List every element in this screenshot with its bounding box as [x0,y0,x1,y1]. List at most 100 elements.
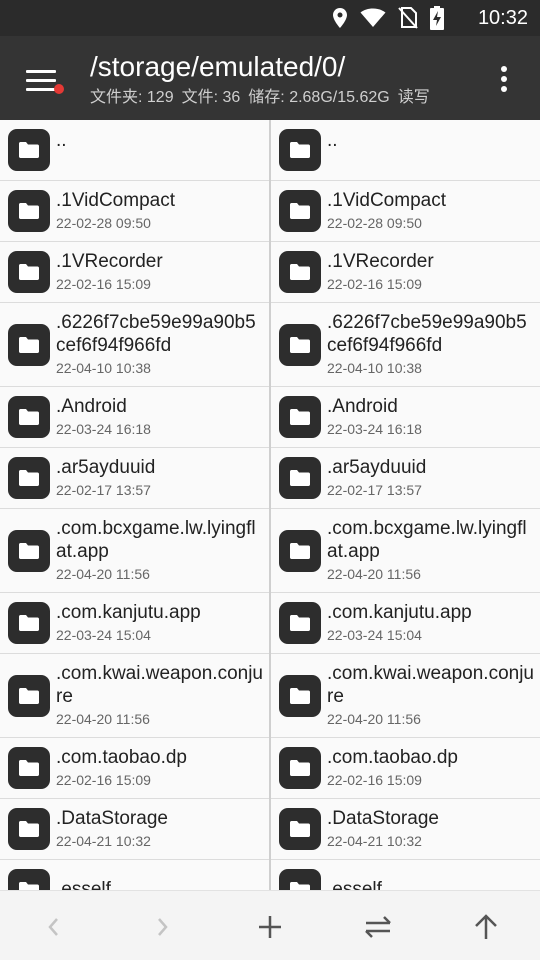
folder-icon [279,747,321,789]
row-text: .6226f7cbe59e99a90b5cef6f94f966fd 22-04-1… [327,311,534,378]
more-vert-icon [501,66,507,72]
folder-name: .ar5ayduuid [56,457,156,478]
folder-date: 22-02-17 13:57 [56,482,151,498]
folder-name: .Android [56,396,127,417]
folder-date: 22-04-20 11:56 [56,711,150,727]
folder-icon [279,190,321,232]
folder-icon [279,396,321,438]
row-text: .. [56,129,263,152]
add-button[interactable] [250,907,290,947]
folder-row[interactable]: .Android 22-03-24 16:18 [271,387,540,448]
right-pane[interactable]: .. .1VidCompact 22-02-28 09:50 .1VRecorder 2… [271,120,540,890]
folder-icon [8,190,50,232]
folder-name: .esself [327,879,382,890]
swap-panes-button[interactable] [358,907,398,947]
folder-row[interactable]: .1VidCompact 22-02-28 09:50 [0,181,269,242]
menu-button[interactable] [22,62,64,98]
folder-name: .. [56,130,67,151]
parent-folder-button[interactable] [466,907,506,947]
folder-row[interactable]: .com.bcxgame.lw.lyingflat.app 22-04-20 11… [0,509,269,593]
folder-name: .com.taobao.dp [327,747,458,768]
folder-row[interactable]: .com.kanjutu.app 22-03-24 15:04 [0,593,269,654]
row-text: .com.kanjutu.app 22-03-24 15:04 [56,601,263,645]
row-text: .Android 22-03-24 16:18 [327,395,534,439]
folder-row[interactable]: .com.kwai.weapon.conjure 22-04-20 11:56 [0,654,269,738]
parent-directory-row[interactable]: .. [271,120,540,181]
status-icons [332,6,444,30]
folder-icon [279,323,321,366]
folder-icon [8,747,50,789]
row-text: .1VidCompact 22-02-28 09:50 [327,189,534,233]
folder-name: .com.bcxgame.lw.lyingflat.app [56,518,256,562]
folder-icon [279,529,321,572]
folder-date: 22-02-16 15:09 [56,276,151,292]
folder-row[interactable]: .DataStorage 22-04-21 10:32 [271,799,540,860]
back-button[interactable] [34,907,74,947]
add-icon [259,916,281,938]
row-text: .DataStorage 22-04-21 10:32 [327,807,534,851]
folder-row[interactable]: .com.taobao.dp 22-02-16 15:09 [0,738,269,799]
row-text: .1VRecorder 22-02-16 15:09 [327,250,534,294]
folder-row[interactable]: .com.bcxgame.lw.lyingflat.app 22-04-20 11… [271,509,540,593]
folder-date: 22-03-24 15:04 [327,627,422,643]
folder-icon [279,457,321,499]
menu-icon [26,70,56,73]
more-dot [501,86,507,92]
folder-date: 22-02-17 13:57 [327,482,422,498]
folder-row[interactable]: .Android 22-03-24 16:18 [0,387,269,448]
row-text: .1VidCompact 22-02-28 09:50 [56,189,263,233]
left-pane[interactable]: .. .1VidCompact 22-02-28 09:50 .1VRecorder 2… [0,120,269,890]
row-text: .com.bcxgame.lw.lyingflat.app 22-04-20 11… [56,517,263,584]
folder-row[interactable]: .ar5ayduuid 22-02-17 13:57 [0,448,269,509]
path-info: 文件夹: 129 文件: 36 储存: 2.68G/15.62G 读写 [90,88,430,108]
folder-row[interactable]: .com.taobao.dp 22-02-16 15:09 [271,738,540,799]
folder-icon [8,869,50,890]
folder-row[interactable]: .6226f7cbe59e99a90b5cef6f94f966fd 22-04-1… [271,303,540,387]
folder-row[interactable]: .esself [0,860,269,890]
folder-name: .com.taobao.dp [56,747,187,768]
folder-icon [279,808,321,850]
folder-date: 22-04-20 11:56 [56,566,150,582]
up-icon [475,914,497,939]
folder-row[interactable]: .1VRecorder 22-02-16 15:09 [0,242,269,303]
folder-row[interactable]: .DataStorage 22-04-21 10:32 [0,799,269,860]
folder-row[interactable]: .1VidCompact 22-02-28 09:50 [271,181,540,242]
more-dot [501,76,507,82]
folder-name: .com.bcxgame.lw.lyingflat.app [327,518,527,562]
folder-date: 22-04-20 11:56 [327,566,421,582]
row-text: .com.kwai.weapon.conjure 22-04-20 11:56 [327,662,534,729]
folder-row[interactable]: .com.kanjutu.app 22-03-24 15:04 [271,593,540,654]
forward-icon [158,918,168,936]
folder-icon [8,457,50,499]
notification-badge [54,84,64,94]
folder-row[interactable]: .6226f7cbe59e99a90b5cef6f94f966fd 22-04-1… [0,303,269,387]
folder-date: 22-04-21 10:32 [327,833,422,849]
folder-row[interactable]: .1VRecorder 22-02-16 15:09 [271,242,540,303]
menu-icon-bar [26,88,56,91]
folder-name: .1VidCompact [327,190,446,211]
parent-directory-row[interactable]: .. [0,120,269,181]
more-options-button[interactable] [492,64,516,94]
folder-row[interactable]: .com.kwai.weapon.conjure 22-04-20 11:56 [271,654,540,738]
wifi-icon [360,8,386,28]
folder-date: 22-04-21 10:32 [56,833,151,849]
no-sim-icon [398,7,418,29]
row-text: .com.kanjutu.app 22-03-24 15:04 [327,601,534,645]
row-text: .com.bcxgame.lw.lyingflat.app 22-04-20 11… [327,517,534,584]
folder-name: .com.kanjutu.app [327,602,472,623]
folder-icon [8,323,50,366]
folder-row[interactable]: .esself [271,860,540,890]
folder-name: .. [327,130,338,151]
row-text: .ar5ayduuid 22-02-17 13:57 [56,456,263,500]
folder-name: .com.kanjutu.app [56,602,201,623]
folder-row[interactable]: .ar5ayduuid 22-02-17 13:57 [271,448,540,509]
row-text: .esself [327,878,534,890]
folder-name: .1VRecorder [56,251,163,272]
forward-button[interactable] [142,907,182,947]
status-time: 10:32 [477,7,528,29]
location-icon [332,7,348,29]
folder-icon [279,674,321,717]
folder-name: .ar5ayduuid [327,457,427,478]
folder-name: .1VRecorder [327,251,434,272]
menu-icon-bar [26,79,56,82]
